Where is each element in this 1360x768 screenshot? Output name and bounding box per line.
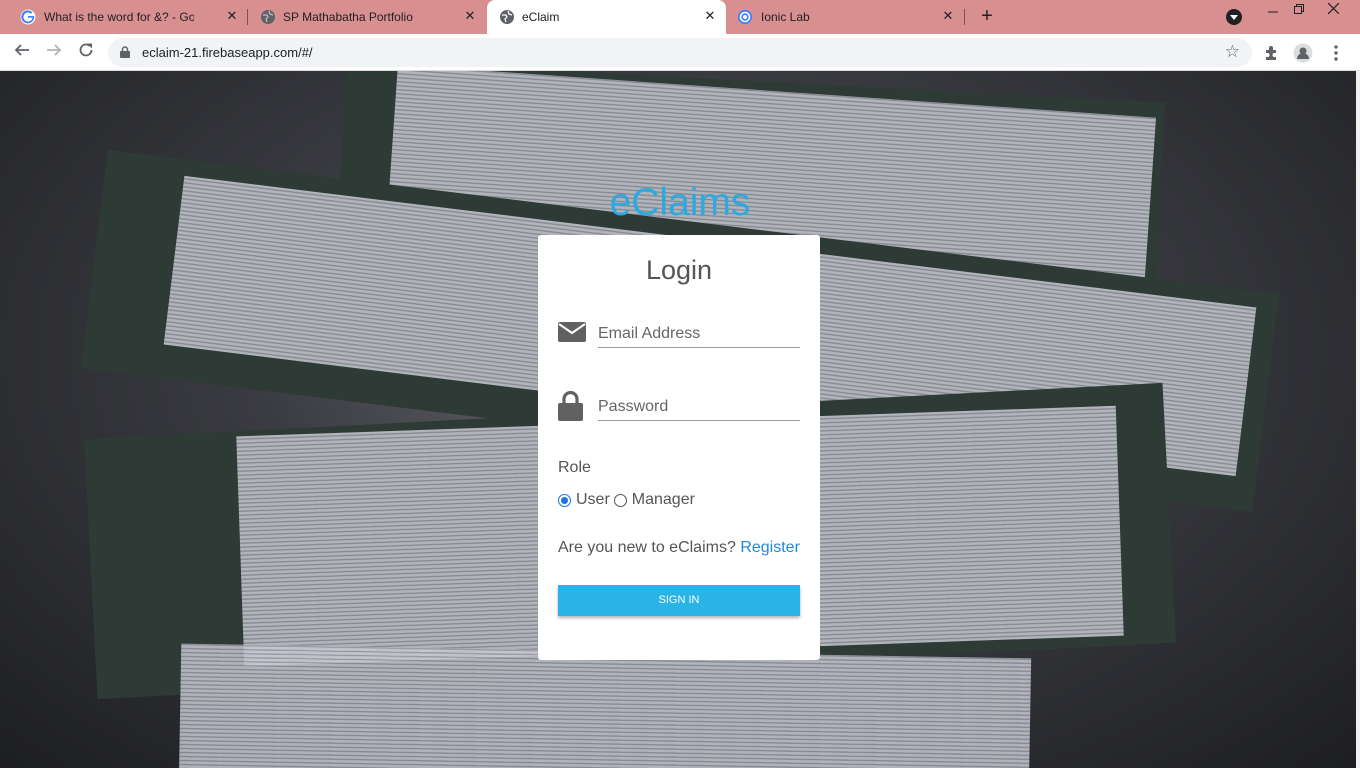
tab-title: What is the word for &? - Google [44, 10, 194, 24]
page-scrollbar[interactable] [1356, 71, 1360, 768]
google-icon [20, 9, 36, 25]
url-text: eclaim-21.firebaseapp.com/#/ [142, 45, 313, 60]
back-icon[interactable] [10, 40, 34, 64]
tab-portfolio[interactable]: SP Mathabatha Portfolio ✕ [248, 0, 486, 34]
role-user-radio[interactable] [558, 493, 571, 507]
address-bar[interactable]: eclaim-21.firebaseapp.com/#/ ☆ [108, 38, 1252, 67]
globe-icon [261, 10, 275, 24]
register-prompt: Are you new to eClaims? [558, 539, 736, 556]
ionic-icon [738, 10, 752, 24]
close-window-icon[interactable] [1318, 0, 1348, 22]
role-label: Role [558, 459, 591, 476]
reload-icon[interactable] [74, 40, 98, 64]
forward-icon[interactable] [42, 40, 66, 64]
envelope-icon [558, 322, 586, 342]
tab-close-icon[interactable]: ✕ [939, 8, 957, 24]
tab-close-icon[interactable]: ✕ [223, 8, 241, 24]
tab-title: Ionic Lab [761, 10, 810, 24]
login-heading: Login [645, 255, 713, 285]
new-tab-button[interactable]: + [976, 5, 998, 27]
sign-in-button[interactable]: SIGN IN [558, 585, 800, 616]
menu-kebab-icon[interactable] [1326, 43, 1346, 63]
page-background: eClaims Login Role User Manager Are you … [0, 71, 1360, 768]
tab-close-icon[interactable]: ✕ [461, 8, 479, 24]
role-manager-label[interactable]: Manager [632, 491, 695, 509]
password-input[interactable] [598, 393, 800, 421]
tab-ionic-lab[interactable]: Ionic Lab ✕ [727, 0, 965, 34]
extensions-icon[interactable] [1262, 43, 1282, 63]
tab-strip: What is the word for &? - Google ✕ SP Ma… [0, 0, 1360, 34]
browser-toolbar: eclaim-21.firebaseapp.com/#/ ☆ [0, 34, 1360, 71]
tab-title: SP Mathabatha Portfolio [283, 10, 413, 24]
tab-close-icon[interactable]: ✕ [701, 8, 719, 24]
tab-separator [964, 9, 965, 25]
role-radio-group: User Manager [558, 491, 699, 509]
tab-google[interactable]: What is the word for &? - Google ✕ [0, 0, 245, 34]
restore-icon[interactable] [1284, 0, 1314, 22]
globe-icon [500, 10, 514, 24]
tab-title: eClaim [522, 10, 560, 24]
tab-eclaim[interactable]: eClaim ✕ [487, 0, 726, 34]
lock-icon [120, 46, 130, 58]
brand-title: eClaims [609, 181, 751, 224]
register-prompt-row: Are you new to eClaims? Register [558, 539, 800, 557]
bookmark-star-icon[interactable]: ☆ [1225, 42, 1240, 62]
profile-avatar-icon[interactable] [1293, 43, 1313, 63]
background-paper-stack [178, 643, 1032, 768]
register-link[interactable]: Register [740, 539, 800, 556]
role-manager-radio[interactable] [613, 493, 627, 507]
email-input[interactable] [598, 320, 800, 348]
tab-search-icon[interactable] [1226, 9, 1242, 25]
role-user-label[interactable]: User [576, 491, 610, 509]
login-card: Login Role User Manager Are you new to e… [538, 235, 820, 660]
lock-icon [558, 391, 583, 421]
